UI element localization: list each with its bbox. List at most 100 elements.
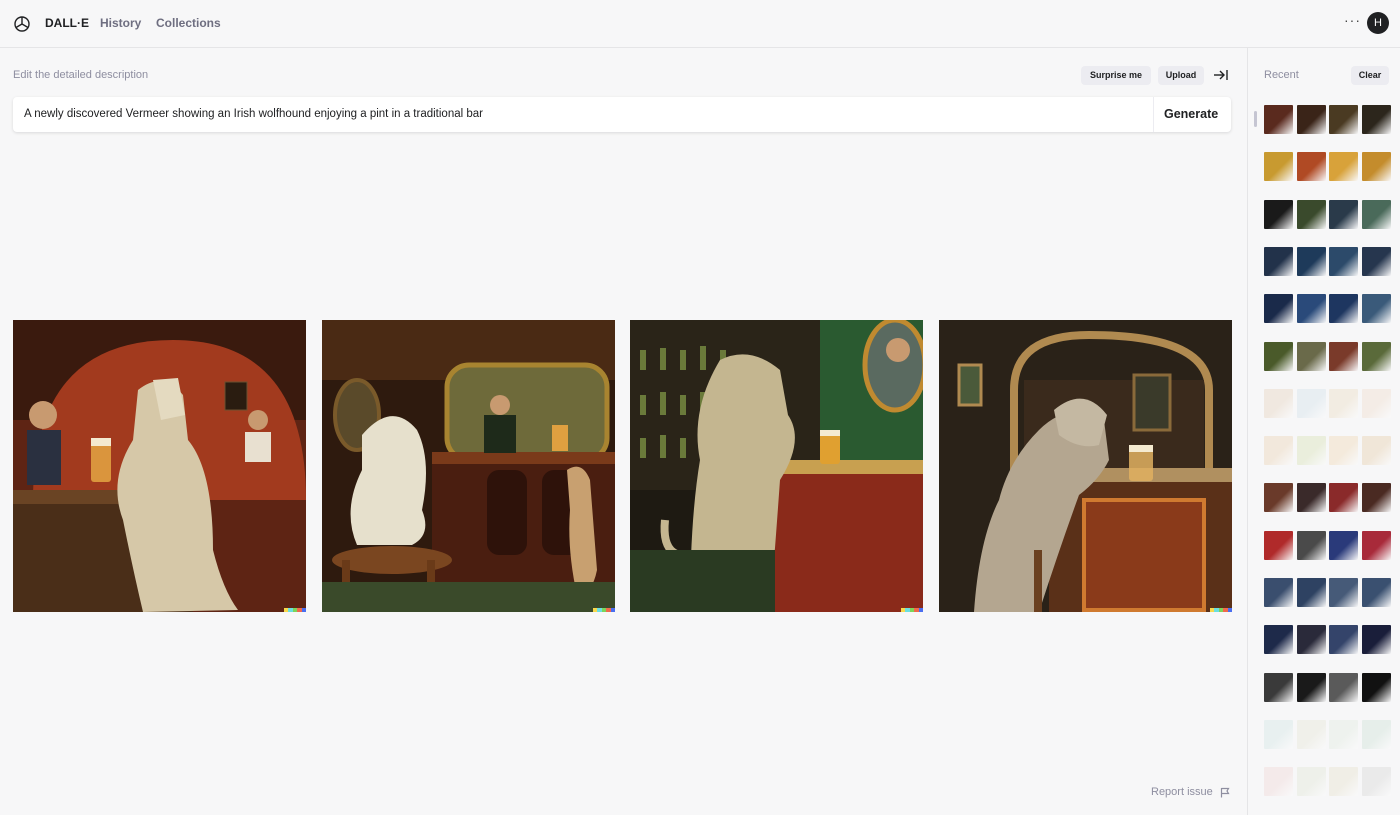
recent-thumbnail[interactable] xyxy=(1361,341,1391,371)
recent-thumbnail[interactable] xyxy=(1264,105,1293,134)
recent-thumbnail[interactable] xyxy=(1296,388,1326,418)
prompt-input-box[interactable]: A newly discovered Vermeer showing an Ir… xyxy=(13,97,1231,132)
recent-thumbnail[interactable] xyxy=(1361,388,1391,418)
recent-thumbnail[interactable] xyxy=(1296,483,1326,513)
recent-thumbnail[interactable] xyxy=(1264,767,1293,797)
recent-thumbnail[interactable] xyxy=(1329,483,1358,513)
recent-thumbnail[interactable] xyxy=(1329,719,1358,749)
recent-thumbnail[interactable] xyxy=(1361,672,1391,702)
recent-thumbnail[interactable] xyxy=(1329,672,1358,702)
recent-row xyxy=(1264,483,1391,513)
result-image-1[interactable] xyxy=(13,320,306,612)
recent-thumbnail[interactable] xyxy=(1296,530,1326,560)
recent-row xyxy=(1264,246,1391,276)
report-issue-link[interactable]: Report issue xyxy=(1151,786,1213,798)
recent-row xyxy=(1264,719,1391,749)
recent-row xyxy=(1264,388,1391,418)
recent-thumbnail[interactable] xyxy=(1296,436,1326,466)
recent-thumbnail[interactable] xyxy=(1361,767,1391,797)
recent-thumbnail[interactable] xyxy=(1329,294,1358,324)
recent-thumbnail[interactable] xyxy=(1329,152,1358,182)
recent-thumbnail[interactable] xyxy=(1361,294,1391,324)
dalle-watermark xyxy=(284,608,306,612)
recent-thumbnail[interactable] xyxy=(1361,436,1391,466)
recent-thumbnail[interactable] xyxy=(1264,578,1293,607)
description-label: Edit the detailed description xyxy=(13,69,149,81)
recent-thumbnail[interactable] xyxy=(1264,388,1293,418)
recent-thumbnail[interactable] xyxy=(1361,483,1391,513)
generate-button[interactable]: Generate xyxy=(1164,107,1218,121)
recent-row xyxy=(1264,767,1391,797)
collapse-sidebar-icon[interactable] xyxy=(1213,68,1229,82)
nav-history-link[interactable]: History xyxy=(100,16,141,30)
upload-button[interactable]: Upload xyxy=(1158,66,1204,85)
recent-row xyxy=(1264,625,1391,655)
recent-thumbnail[interactable] xyxy=(1361,199,1391,229)
recent-thumbnail[interactable] xyxy=(1296,767,1326,797)
recent-thumbnail[interactable] xyxy=(1296,625,1326,655)
recent-row xyxy=(1264,672,1391,702)
recent-thumbnail[interactable] xyxy=(1264,294,1293,324)
recent-thumbnail[interactable] xyxy=(1296,294,1326,324)
recent-thumbnail[interactable] xyxy=(1296,719,1326,749)
recent-thumbnail[interactable] xyxy=(1296,672,1326,702)
recent-thumbnail[interactable] xyxy=(1361,578,1391,607)
recent-thumbnail[interactable] xyxy=(1329,625,1358,655)
recent-row xyxy=(1264,152,1391,182)
recent-thumbnail[interactable] xyxy=(1264,246,1293,276)
recent-thumbnail[interactable] xyxy=(1264,625,1293,655)
nav-collections-link[interactable]: Collections xyxy=(156,16,221,30)
result-image-3[interactable] xyxy=(630,320,923,612)
openai-logo-icon[interactable] xyxy=(12,14,32,34)
recent-thumbnail[interactable] xyxy=(1296,152,1326,182)
recent-thumbnail[interactable] xyxy=(1329,530,1358,560)
result-image-4[interactable] xyxy=(939,320,1232,612)
recent-thumbnail[interactable] xyxy=(1296,246,1326,276)
recent-thumbnail[interactable] xyxy=(1361,530,1391,560)
prompt-input[interactable]: A newly discovered Vermeer showing an Ir… xyxy=(24,108,483,120)
recent-thumbnail[interactable] xyxy=(1329,436,1358,466)
recent-thumbnail[interactable] xyxy=(1264,530,1293,560)
recent-thumbnail[interactable] xyxy=(1329,767,1358,797)
recent-row xyxy=(1264,436,1391,466)
scrollbar[interactable] xyxy=(1254,111,1257,127)
user-avatar[interactable]: H xyxy=(1367,12,1389,34)
more-options-icon[interactable]: ··· xyxy=(1344,12,1361,28)
recent-row xyxy=(1264,341,1391,371)
recent-thumbnail[interactable] xyxy=(1264,483,1293,513)
recent-label: Recent xyxy=(1264,69,1299,81)
recent-thumbnail[interactable] xyxy=(1264,199,1293,229)
recent-sidebar: Recent Clear xyxy=(1247,48,1400,815)
recent-thumbnail[interactable] xyxy=(1361,152,1391,182)
recent-thumbnail[interactable] xyxy=(1329,246,1358,276)
recent-thumbnail[interactable] xyxy=(1361,625,1391,655)
recent-thumbnail[interactable] xyxy=(1296,105,1326,134)
recent-thumbnail[interactable] xyxy=(1264,341,1293,371)
recent-thumbnail[interactable] xyxy=(1361,105,1391,134)
recent-thumbnail[interactable] xyxy=(1329,199,1358,229)
dalle-watermark xyxy=(593,608,615,612)
recent-thumbnail[interactable] xyxy=(1296,341,1326,371)
result-image-2[interactable] xyxy=(322,320,615,612)
flag-icon[interactable] xyxy=(1220,787,1230,798)
recent-thumbnail[interactable] xyxy=(1296,578,1326,607)
recent-row xyxy=(1264,578,1391,607)
recent-thumbnail[interactable] xyxy=(1296,199,1326,229)
recent-row xyxy=(1264,530,1391,560)
dalle-watermark xyxy=(1210,608,1232,612)
recent-row xyxy=(1264,105,1391,134)
clear-button[interactable]: Clear xyxy=(1351,66,1389,85)
top-bar: DALL·E History Collections ··· H xyxy=(0,0,1400,48)
recent-thumbnail[interactable] xyxy=(1264,719,1293,749)
recent-thumbnail[interactable] xyxy=(1329,578,1358,607)
recent-thumbnail[interactable] xyxy=(1329,341,1358,371)
recent-thumbnail[interactable] xyxy=(1329,105,1358,134)
surprise-me-button[interactable]: Surprise me xyxy=(1081,66,1151,85)
recent-thumbnail[interactable] xyxy=(1329,388,1358,418)
recent-thumbnail[interactable] xyxy=(1264,436,1293,466)
recent-thumbnail[interactable] xyxy=(1361,719,1391,749)
app-name-link[interactable]: DALL·E xyxy=(45,16,89,30)
recent-thumbnail[interactable] xyxy=(1361,246,1391,276)
recent-thumbnail[interactable] xyxy=(1264,152,1293,182)
recent-thumbnail[interactable] xyxy=(1264,672,1293,702)
